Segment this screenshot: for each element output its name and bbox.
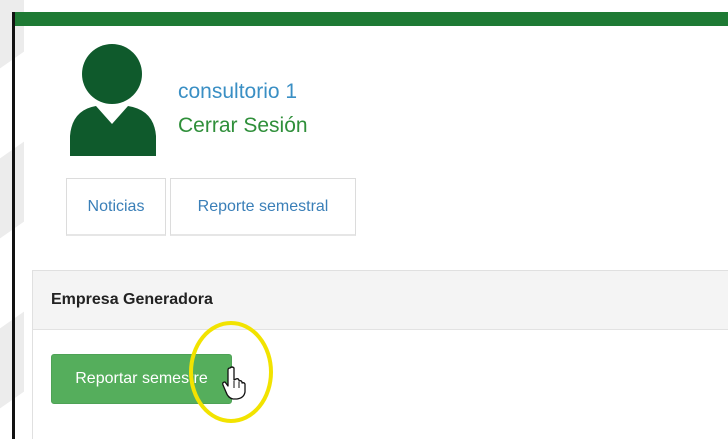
top-accent-bar (15, 12, 728, 26)
tab-reporte-semestral[interactable]: Reporte semestral (170, 178, 356, 236)
logout-link[interactable]: Cerrar Sesión (178, 114, 308, 138)
hand-pointer-icon (222, 366, 246, 400)
tab-bar: Noticias Reporte semestral (66, 178, 356, 238)
tab-noticias[interactable]: Noticias (66, 178, 166, 236)
tab-label: Reporte semestral (197, 197, 329, 215)
user-name: consultorio 1 (178, 80, 298, 103)
tab-label: Noticias (87, 197, 145, 215)
panel-header: Empresa Generadora (32, 270, 728, 330)
window-left-border (12, 12, 15, 439)
user-silhouette-icon (70, 44, 156, 156)
panel-title: Empresa Generadora (51, 291, 213, 308)
screen: consultorio 1 Cerrar Sesión Noticias Rep… (0, 0, 728, 439)
